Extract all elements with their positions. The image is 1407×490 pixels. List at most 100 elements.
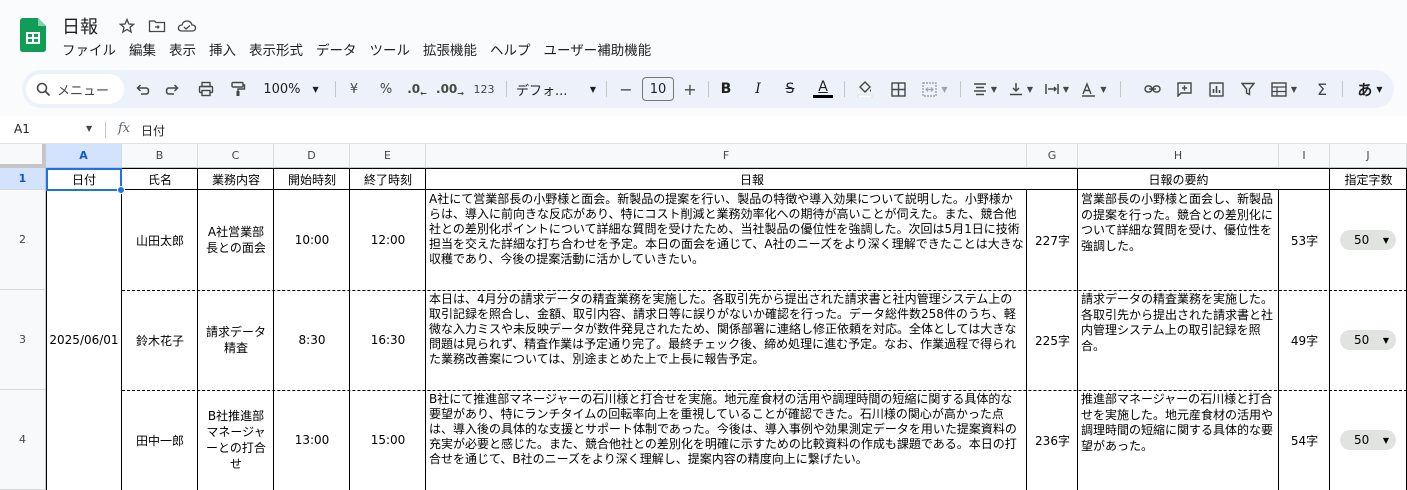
column-header-h[interactable]: H (1078, 144, 1279, 168)
column-header-a[interactable]: A (46, 144, 122, 168)
menu-insert[interactable]: 挿入 (209, 39, 236, 59)
menu-data[interactable]: データ (316, 39, 357, 59)
header-cell-end[interactable]: 終了時刻 (350, 168, 426, 190)
report-length-cell[interactable]: 236字 (1027, 390, 1078, 490)
column-header-c[interactable]: C (198, 144, 274, 168)
header-cell-task[interactable]: 業務内容 (198, 168, 274, 190)
header-cell-report[interactable]: 日報 (426, 168, 1078, 190)
select-all-corner[interactable] (0, 144, 46, 168)
column-header-d[interactable]: D (274, 144, 350, 168)
name-cell[interactable]: 田中一郎 (122, 390, 198, 490)
column-header-g[interactable]: G (1027, 144, 1078, 168)
task-cell[interactable]: A社営業部長との面会 (198, 190, 274, 290)
column-header-i[interactable]: I (1279, 144, 1330, 168)
summary-cell[interactable]: 請求データの精査業務を実施した。各取引先から提出された請求書と社内管理システム上… (1078, 290, 1279, 390)
filter-icon[interactable] (1236, 70, 1260, 108)
decrease-decimal-button[interactable]: .0 ← (404, 70, 430, 108)
menu-file[interactable]: ファイル (62, 39, 116, 59)
report-cell[interactable]: A社にて営業部長の小野様と面会。新製品の提案を行い、製品の特徴や導入効果について… (426, 190, 1027, 290)
increase-font-size-button[interactable]: + (680, 70, 700, 108)
name-cell[interactable]: 鈴木花子 (122, 290, 198, 390)
menu-format[interactable]: 表示形式 (249, 39, 303, 59)
task-cell[interactable]: 請求データ精査 (198, 290, 274, 390)
header-cell-summary[interactable]: 日報の要約 (1078, 168, 1279, 190)
input-tools-button[interactable]: あ ▼ (1350, 70, 1390, 108)
menu-extensions[interactable]: 拡張機能 (423, 39, 477, 59)
percent-format-button[interactable]: % (374, 70, 398, 108)
end-time-cell[interactable]: 15:00 (350, 390, 426, 490)
header-cell-limit[interactable]: 指定字数 (1330, 168, 1407, 190)
limit-dropdown-chip[interactable]: 50 ▼ (1340, 230, 1396, 250)
row-header-2[interactable]: 2 (0, 190, 46, 290)
start-time-cell[interactable]: 8:30 (274, 290, 350, 390)
menu-search-box[interactable]: メニュー (26, 74, 124, 104)
end-time-cell[interactable]: 16:30 (350, 290, 426, 390)
menu-view[interactable]: 表示 (169, 39, 196, 59)
summary-cell[interactable]: 営業部長の小野様と面会し、新製品の提案を行った。競合との差別化について詳細な質問… (1078, 190, 1279, 290)
report-cell[interactable]: B社にて推進部マネージャーの石川様と打合せを実施。地元産食材の活用や調理時間の短… (426, 390, 1027, 490)
column-header-f[interactable]: F (426, 144, 1027, 168)
spreadsheet-grid[interactable]: A B C D E F G H I J 1 2 3 4 日付 氏名 業務内容 開… (0, 144, 1407, 490)
column-header-e[interactable]: E (350, 144, 426, 168)
date-cell[interactable]: 2025/06/01 (46, 190, 122, 490)
menu-help[interactable]: ヘルプ (490, 39, 531, 59)
cloud-saved-icon[interactable] (176, 15, 198, 37)
merge-cells-icon[interactable]: ▼ (918, 70, 952, 108)
summary-length-cell[interactable]: 53字 (1279, 190, 1330, 290)
text-wrapping-icon[interactable]: ▼ (1040, 70, 1074, 108)
menu-edit[interactable]: 編集 (129, 39, 156, 59)
formula-input[interactable]: 日付 (141, 122, 165, 139)
name-box[interactable]: A1 (14, 122, 30, 136)
paint-format-icon[interactable] (226, 70, 250, 108)
currency-format-button[interactable]: ¥ (342, 70, 366, 108)
undo-icon[interactable] (130, 70, 154, 108)
borders-icon[interactable] (886, 70, 910, 108)
column-header-j[interactable]: J (1330, 144, 1407, 168)
summary-length-cell[interactable]: 54字 (1279, 390, 1330, 490)
start-time-cell[interactable]: 10:00 (274, 190, 350, 290)
header-cell-start[interactable]: 開始時刻 (274, 168, 350, 190)
font-size-input[interactable]: 10 (642, 77, 674, 101)
document-title[interactable]: 日報 (62, 13, 98, 39)
menu-tools[interactable]: ツール (370, 39, 411, 59)
task-cell[interactable]: B社推進部マネージャーとの打合せ (198, 390, 274, 490)
vertical-align-icon[interactable]: ▼ (1004, 70, 1038, 108)
more-formats-button[interactable]: 123 (470, 70, 498, 108)
functions-button[interactable]: Σ (1310, 70, 1334, 108)
fill-handle[interactable] (117, 186, 125, 194)
sheets-logo-icon[interactable] (20, 18, 46, 52)
report-length-cell[interactable]: 227字 (1027, 190, 1078, 290)
insert-link-icon[interactable] (1140, 70, 1164, 108)
report-cell[interactable]: 本日は、4月分の請求データの精査業務を実施した。各取引先から提出された請求書と社… (426, 290, 1027, 390)
move-folder-icon[interactable] (146, 15, 168, 37)
row-header-1[interactable]: 1 (0, 168, 46, 190)
decrease-font-size-button[interactable]: − (616, 70, 636, 108)
chevron-down-icon[interactable]: ▼ (86, 124, 92, 133)
summary-cell[interactable]: 推進部マネージャーの石川様と打合せを実施した。地元産食材の活用や調理時間の短縮に… (1078, 390, 1279, 490)
end-time-cell[interactable]: 12:00 (350, 190, 426, 290)
zoom-select[interactable]: 100% ▼ (260, 70, 322, 108)
insert-chart-icon[interactable] (1204, 70, 1228, 108)
bold-button[interactable]: B (714, 70, 738, 108)
text-rotation-icon[interactable]: ▼ (1076, 70, 1112, 108)
text-color-button[interactable]: A (810, 70, 836, 108)
row-header-4[interactable]: 4 (0, 390, 46, 490)
italic-button[interactable]: I (746, 70, 770, 108)
increase-decimal-button[interactable]: .00 → (436, 70, 464, 108)
report-length-cell[interactable]: 225字 (1027, 290, 1078, 390)
fill-color-icon[interactable] (852, 70, 878, 108)
header-cell-name[interactable]: 氏名 (122, 168, 198, 190)
filter-views-icon[interactable]: ▼ (1266, 70, 1302, 108)
limit-dropdown-chip[interactable]: 50 ▼ (1340, 330, 1396, 350)
row-header-3[interactable]: 3 (0, 290, 46, 390)
horizontal-align-icon[interactable]: ▼ (968, 70, 1002, 108)
font-family-select[interactable]: デフォ... ▼ (516, 70, 596, 108)
redo-icon[interactable] (160, 70, 184, 108)
name-cell[interactable]: 山田太郎 (122, 190, 198, 290)
insert-comment-icon[interactable] (1172, 70, 1196, 108)
column-header-b[interactable]: B (122, 144, 198, 168)
menu-accessibility[interactable]: ユーザー補助機能 (544, 39, 652, 59)
start-time-cell[interactable]: 13:00 (274, 390, 350, 490)
strikethrough-button[interactable]: S (778, 70, 802, 108)
print-icon[interactable] (194, 70, 218, 108)
